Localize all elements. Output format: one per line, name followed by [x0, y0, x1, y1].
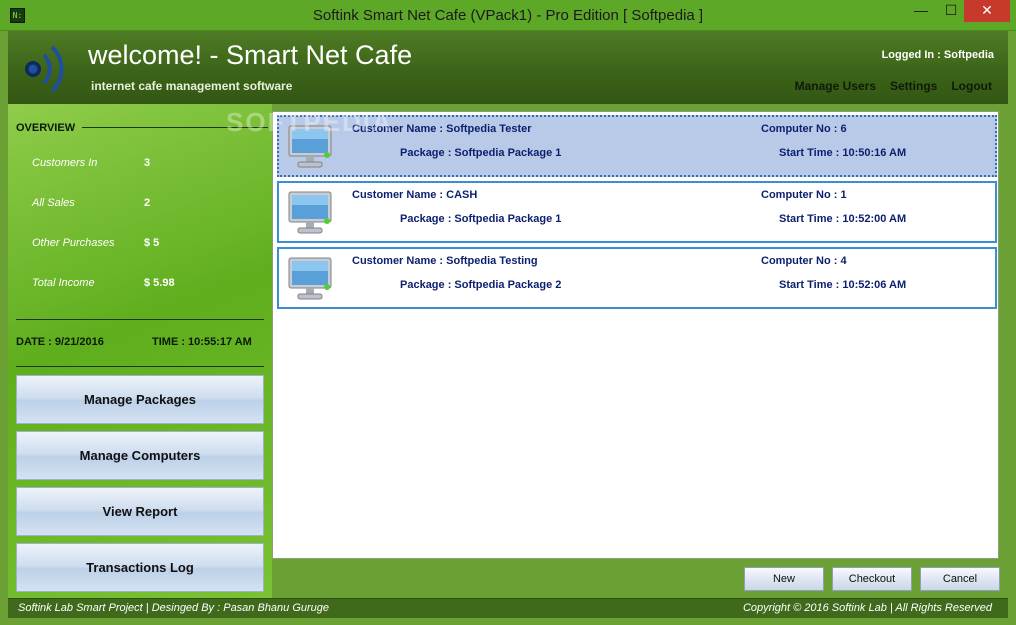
session-card[interactable]: Customer Name : Softpedia Testing Comput… — [277, 247, 997, 309]
session-start-time: Start Time : 10:52:00 AM — [779, 213, 907, 225]
manage-users-link[interactable]: Manage Users — [795, 79, 876, 93]
cancel-button[interactable]: Cancel — [920, 567, 1000, 591]
title-bar: N: Softink Smart Net Cafe (VPack1) - Pro… — [0, 0, 1016, 31]
session-package: Package : Softpedia Package 1 — [400, 213, 562, 225]
session-customer: Customer Name : Softpedia Testing — [352, 255, 538, 267]
sidebar-divider — [16, 366, 264, 367]
stat-label-all-sales: All Sales — [32, 197, 75, 209]
credits-text: Softink Lab Smart Project | Desinged By … — [18, 602, 330, 614]
logged-in-user: Logged In : Softpedia — [881, 49, 994, 61]
session-computer: Computer No : 6 — [761, 123, 847, 135]
view-report-button[interactable]: View Report — [16, 487, 264, 536]
current-date: DATE : 9/21/2016 — [16, 336, 104, 348]
checkout-button[interactable]: Checkout — [832, 567, 912, 591]
computer-monitor-icon — [288, 125, 332, 168]
session-package: Package : Softpedia Package 1 — [400, 147, 562, 159]
copyright-text: Copyright © 2016 Softink Lab | All Right… — [742, 602, 992, 614]
session-card[interactable]: Customer Name : CASH Computer No : 1 Pac… — [277, 181, 997, 243]
logout-link[interactable]: Logout — [951, 79, 992, 93]
session-package: Package : Softpedia Package 2 — [400, 279, 562, 291]
transactions-log-button[interactable]: Transactions Log — [16, 543, 264, 592]
stat-label-total-income: Total Income — [32, 277, 95, 289]
session-start-time: Start Time : 10:50:16 AM — [779, 147, 907, 159]
window-title: Softink Smart Net Cafe (VPack1) - Pro Ed… — [312, 7, 704, 24]
stat-value-other-purchases: $ 5 — [144, 237, 160, 249]
computer-monitor-icon — [288, 191, 332, 234]
session-computer: Computer No : 1 — [761, 189, 847, 201]
stat-value-customers-in: 3 — [144, 157, 151, 169]
app-subtitle: internet cafe management software — [91, 79, 293, 93]
overview-divider — [82, 127, 268, 128]
stat-value-total-income: $ 5.98 — [144, 277, 175, 289]
app-header: welcome! - Smart Net Cafe internet cafe … — [8, 31, 1008, 104]
session-customer: Customer Name : Softpedia Tester — [352, 123, 532, 135]
manage-computers-button[interactable]: Manage Computers — [16, 431, 264, 480]
stat-value-all-sales: 2 — [144, 197, 151, 209]
close-button[interactable]: ✕ — [964, 0, 1010, 22]
settings-link[interactable]: Settings — [890, 79, 937, 93]
stat-label-other-purchases: Other Purchases — [32, 237, 115, 249]
session-start-time: Start Time : 10:52:06 AM — [779, 279, 907, 291]
maximize-button[interactable]: ☐ — [936, 0, 966, 22]
sidebar-divider — [16, 319, 264, 320]
computer-monitor-icon — [288, 257, 332, 300]
session-computer: Computer No : 4 — [761, 255, 847, 267]
minimize-button[interactable]: — — [906, 0, 936, 22]
session-list: Customer Name : Softpedia Tester Compute… — [272, 111, 999, 559]
current-time: TIME : 10:55:17 AM — [152, 336, 252, 348]
manage-packages-button[interactable]: Manage Packages — [16, 375, 264, 424]
header-links: Manage Users Settings Logout — [795, 79, 992, 93]
wireless-signal-icon — [25, 45, 64, 93]
welcome-title: welcome! - Smart Net Cafe — [88, 40, 413, 70]
stat-label-customers-in: Customers In — [32, 157, 98, 169]
session-customer: Customer Name : CASH — [352, 189, 478, 201]
new-button[interactable]: New — [744, 567, 824, 591]
session-card[interactable]: Customer Name : Softpedia Tester Compute… — [277, 115, 997, 177]
status-bar: Softink Lab Smart Project | Desinged By … — [8, 598, 1008, 618]
overview-title: OVERVIEW — [16, 122, 76, 134]
sidebar: OVERVIEW Customers In 3 All Sales 2 Othe… — [8, 104, 272, 598]
